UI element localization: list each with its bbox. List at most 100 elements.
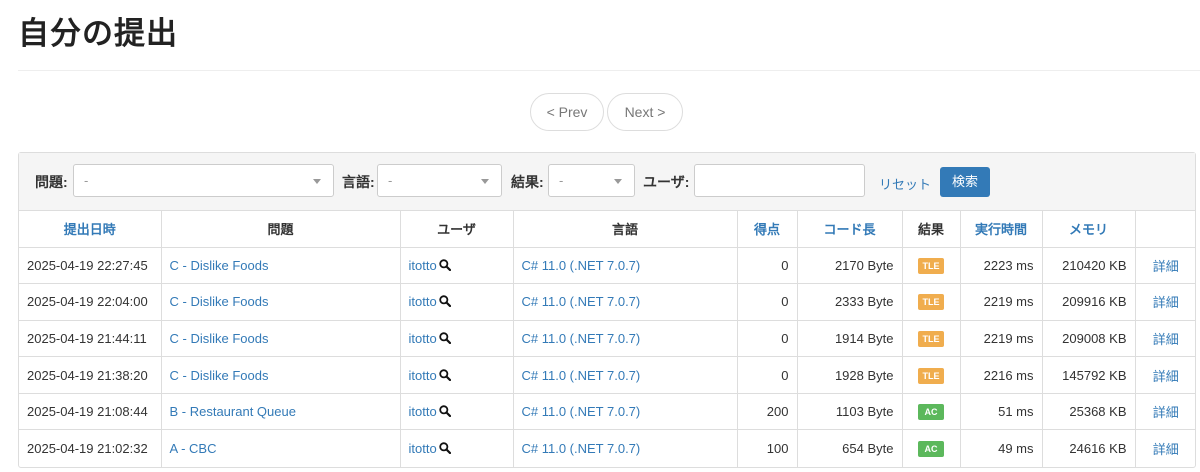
submission-date: 2025-04-19 22:27:45: [19, 247, 162, 285]
column-header-exec-time[interactable]: 実行時間: [960, 211, 1043, 248]
language-filter-select[interactable]: -: [377, 164, 502, 197]
status-badge: TLE: [918, 367, 944, 384]
search-button[interactable]: 検索: [940, 167, 990, 197]
problem-filter-value: -: [84, 173, 89, 188]
problem-filter-select[interactable]: -: [73, 164, 334, 197]
user-link[interactable]: itotto: [409, 368, 437, 383]
problem-link[interactable]: A - CBC: [161, 429, 401, 467]
problem-link[interactable]: B - Restaurant Queue: [161, 393, 401, 431]
reset-link[interactable]: リセット: [879, 174, 931, 193]
submission-date: 2025-04-19 21:02:32: [19, 429, 162, 467]
user-cell: itotto: [400, 393, 514, 431]
user-link[interactable]: itotto: [409, 331, 437, 346]
score: 200: [737, 393, 798, 431]
prev-page-button[interactable]: < Prev: [530, 93, 604, 131]
result-cell: TLE: [902, 356, 961, 394]
language-link[interactable]: C# 11.0 (.NET 7.0.7): [513, 429, 738, 467]
chevron-down-icon: [614, 179, 622, 184]
table-row: 2025-04-19 22:04:00 C - Dislike Foods it…: [19, 283, 1196, 321]
code-length: 1914 Byte: [797, 320, 903, 358]
user-cell: itotto: [400, 429, 514, 467]
language-link[interactable]: C# 11.0 (.NET 7.0.7): [513, 283, 738, 321]
table-row: 2025-04-19 21:02:32 A - CBC itotto C# 11…: [19, 429, 1196, 467]
problem-link[interactable]: C - Dislike Foods: [161, 283, 401, 321]
memory: 25368 KB: [1042, 393, 1136, 431]
code-length: 1928 Byte: [797, 356, 903, 394]
submissions-table: 提出日時 問題 ユーザ 言語 得点 コード長 結果 実行時間 メモリ 2025-…: [19, 211, 1196, 467]
code-length: 1103 Byte: [797, 393, 903, 431]
exec-time: 51 ms: [960, 393, 1043, 431]
language-filter-label: 言語:: [342, 174, 375, 190]
score: 0: [737, 320, 798, 358]
memory: 24616 KB: [1042, 429, 1136, 467]
search-icon[interactable]: [438, 368, 451, 381]
status-badge: TLE: [918, 257, 944, 274]
user-filter-input[interactable]: [694, 164, 865, 197]
status-badge: TLE: [918, 294, 944, 311]
search-icon[interactable]: [438, 332, 451, 344]
submission-date: 2025-04-19 22:04:00: [19, 283, 162, 321]
problem-filter-label: 問題:: [35, 174, 68, 190]
user-cell: itotto: [400, 283, 514, 321]
language-link[interactable]: C# 11.0 (.NET 7.0.7): [513, 393, 738, 431]
chevron-down-icon: [481, 179, 489, 184]
exec-time: 2216 ms: [960, 356, 1043, 394]
title-divider: [18, 70, 1200, 71]
table-header-row: 提出日時 問題 ユーザ 言語 得点 コード長 結果 実行時間 メモリ: [19, 211, 1196, 248]
problem-link[interactable]: C - Dislike Foods: [161, 247, 401, 285]
column-header-memory[interactable]: メモリ: [1042, 211, 1136, 248]
detail-link[interactable]: 詳細: [1135, 283, 1196, 321]
column-header-user: ユーザ: [400, 211, 514, 248]
result-filter-select[interactable]: -: [548, 164, 635, 197]
column-header-score[interactable]: 得点: [737, 211, 798, 248]
user-link[interactable]: itotto: [409, 441, 437, 456]
status-badge: AC: [918, 404, 944, 421]
detail-link[interactable]: 詳細: [1135, 356, 1196, 394]
result-cell: AC: [902, 393, 961, 431]
memory: 209008 KB: [1042, 320, 1136, 358]
next-page-button[interactable]: Next >: [607, 93, 683, 131]
table-row: 2025-04-19 21:08:44 B - Restaurant Queue…: [19, 393, 1196, 431]
search-icon[interactable]: [438, 405, 451, 418]
detail-link[interactable]: 詳細: [1135, 393, 1196, 431]
exec-time: 2223 ms: [960, 247, 1043, 285]
user-link[interactable]: itotto: [409, 404, 437, 419]
language-link[interactable]: C# 11.0 (.NET 7.0.7): [513, 356, 738, 394]
page-title: 自分の提出: [18, 16, 178, 52]
result-filter-label: 結果:: [511, 174, 544, 190]
column-header-problem: 問題: [161, 211, 401, 248]
exec-time: 2219 ms: [960, 283, 1043, 321]
submissions-panel: 問題: - 言語: - 結果: - ユーザ: リセット 検索 提出日時 問題 ユ…: [18, 152, 1196, 468]
user-cell: itotto: [400, 247, 514, 285]
result-filter-value: -: [559, 173, 564, 188]
result-cell: TLE: [902, 320, 961, 358]
column-header-date[interactable]: 提出日時: [19, 211, 162, 248]
detail-link[interactable]: 詳細: [1135, 247, 1196, 285]
language-link[interactable]: C# 11.0 (.NET 7.0.7): [513, 320, 738, 358]
column-header-result: 結果: [902, 211, 961, 248]
problem-link[interactable]: C - Dislike Foods: [161, 320, 401, 358]
detail-link[interactable]: 詳細: [1135, 430, 1196, 467]
column-header-code-length[interactable]: コード長: [797, 211, 903, 248]
user-link[interactable]: itotto: [409, 258, 437, 273]
result-cell: TLE: [902, 247, 961, 285]
column-header-detail: [1135, 211, 1196, 248]
table-row: 2025-04-19 22:27:45 C - Dislike Foods it…: [19, 247, 1196, 285]
language-link[interactable]: C# 11.0 (.NET 7.0.7): [513, 247, 738, 285]
exec-time: 49 ms: [960, 429, 1043, 467]
column-header-language: 言語: [513, 211, 738, 248]
detail-link[interactable]: 詳細: [1135, 320, 1196, 358]
user-filter-label: ユーザ:: [643, 174, 690, 190]
search-icon[interactable]: [438, 259, 451, 271]
exec-time: 2219 ms: [960, 320, 1043, 358]
result-cell: AC: [902, 429, 961, 467]
memory: 210420 KB: [1042, 247, 1136, 285]
table-row: 2025-04-19 21:44:11 C - Dislike Foods it…: [19, 320, 1196, 358]
chevron-down-icon: [313, 179, 321, 184]
problem-link[interactable]: C - Dislike Foods: [161, 356, 401, 394]
user-link[interactable]: itotto: [409, 294, 437, 309]
search-icon[interactable]: [438, 295, 451, 308]
score: 100: [737, 429, 798, 467]
user-cell: itotto: [400, 320, 514, 358]
search-icon[interactable]: [438, 442, 451, 455]
